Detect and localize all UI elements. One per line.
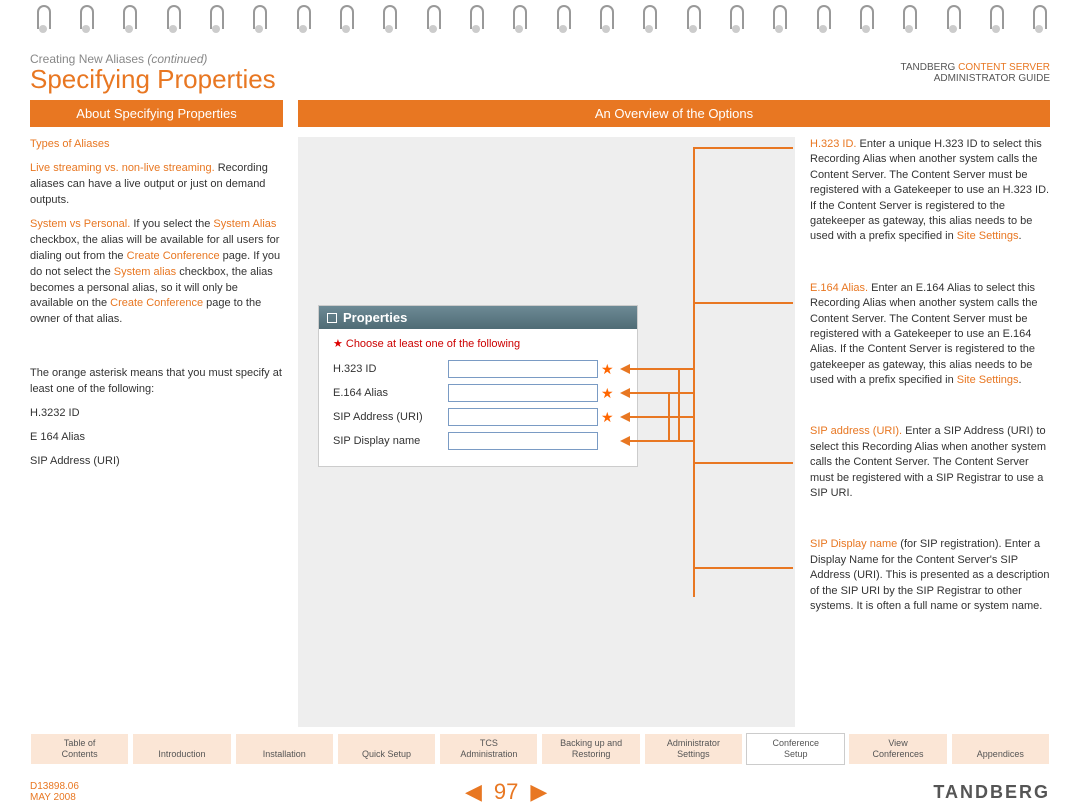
desc-h323: H.323 ID. Enter a unique H.323 ID to sel…	[810, 137, 1050, 245]
callout-line	[693, 147, 695, 597]
properties-title: Properties	[319, 306, 637, 329]
nav-backup[interactable]: Backing up andRestoring	[541, 733, 640, 765]
bottom-nav: Table ofContents Introduction Installati…	[30, 733, 1050, 765]
nav-conference-setup[interactable]: ConferenceSetup	[746, 733, 845, 765]
callout-line	[668, 392, 670, 440]
callout-line	[693, 462, 793, 464]
doc-brand: TANDBERG CONTENT SERVER ADMINISTRATOR GU…	[901, 62, 1050, 84]
center-column: Properties ★Choose at least one of the f…	[298, 137, 795, 727]
nav-introduction[interactable]: Introduction	[132, 733, 231, 765]
nav-appendices[interactable]: Appendices	[951, 733, 1050, 765]
section-tabs: About Specifying Properties An Overview …	[0, 100, 1080, 127]
input-sip-uri[interactable]	[448, 408, 598, 426]
system-lead: System vs Personal.	[30, 218, 130, 230]
req-item-2: E 164 Alias	[30, 430, 283, 446]
nav-toc[interactable]: Table ofContents	[30, 733, 129, 765]
req-item-3: SIP Address (URI)	[30, 454, 283, 470]
nav-tcs-admin[interactable]: TCSAdministration	[439, 733, 538, 765]
properties-panel: Properties ★Choose at least one of the f…	[318, 305, 638, 467]
desc-sip-uri: SIP address (URI). Enter a SIP Address (…	[810, 424, 1050, 501]
left-column: Types of Aliases Live streaming vs. non-…	[30, 137, 283, 727]
label-h323: H.323 ID	[333, 363, 448, 375]
desc-sip-display: SIP Display name (for SIP registration).…	[810, 537, 1050, 614]
doc-meta: D13898.06 MAY 2008	[30, 781, 79, 803]
page-footer: D13898.06 MAY 2008 ◀ 97 ▶ TANDBERG	[30, 779, 1050, 805]
req-item-1: H.3232 ID	[30, 406, 283, 422]
right-column: H.323 ID. Enter a unique H.323 ID to sel…	[810, 137, 1050, 727]
nav-installation[interactable]: Installation	[235, 733, 334, 765]
arrow-icon	[620, 412, 630, 422]
prev-page-icon[interactable]: ◀	[465, 779, 482, 805]
input-h323[interactable]	[448, 360, 598, 378]
callout-line	[693, 302, 793, 304]
page-title: Specifying Properties	[30, 64, 1050, 95]
callout-line	[628, 416, 695, 418]
input-sip-display[interactable]	[448, 432, 598, 450]
link-create-conference-2[interactable]: Create Conference	[110, 297, 203, 309]
nav-view-conferences[interactable]: ViewConferences	[848, 733, 947, 765]
link-create-conference-1[interactable]: Create Conference	[127, 250, 220, 262]
live-lead: Live streaming vs. non-live streaming.	[30, 162, 215, 174]
choose-text: ★Choose at least one of the following	[333, 337, 623, 350]
callout-line	[693, 147, 793, 149]
link-system-alias[interactable]: System Alias	[213, 218, 276, 230]
arrow-icon	[620, 436, 630, 446]
next-page-icon[interactable]: ▶	[530, 779, 547, 805]
arrow-icon	[620, 364, 630, 374]
desc-e164: E.164 Alias. Enter an E.164 Alias to sel…	[810, 281, 1050, 389]
link-site-settings[interactable]: Site Settings	[957, 374, 1019, 386]
required-star-icon: ★	[601, 361, 614, 378]
pager: ◀ 97 ▶	[465, 779, 547, 805]
spiral-binding	[0, 0, 1080, 40]
input-e164[interactable]	[448, 384, 598, 402]
label-sip-uri: SIP Address (URI)	[333, 411, 448, 423]
callout-line	[628, 392, 695, 394]
label-sip-display: SIP Display name	[333, 435, 448, 447]
nav-admin-settings[interactable]: AdministratorSettings	[644, 733, 743, 765]
asterisk-note: The orange asterisk means that you must …	[30, 366, 283, 398]
required-star-icon: ★	[601, 409, 614, 426]
page-number: 97	[494, 779, 518, 805]
link-site-settings[interactable]: Site Settings	[957, 230, 1019, 242]
tab-overview: An Overview of the Options	[298, 100, 1050, 127]
label-e164: E.164 Alias	[333, 387, 448, 399]
arrow-icon	[620, 388, 630, 398]
callout-line	[693, 567, 793, 569]
callout-line	[628, 440, 695, 442]
callout-line	[628, 368, 695, 370]
required-star-icon: ★	[601, 385, 614, 402]
tab-about: About Specifying Properties	[30, 100, 283, 127]
callout-line	[678, 368, 680, 440]
page-header: Creating New Aliases (continued) Specify…	[0, 40, 1080, 100]
brand-logo: TANDBERG	[933, 782, 1050, 803]
nav-quick-setup[interactable]: Quick Setup	[337, 733, 436, 765]
link-system-alias-2[interactable]: System alias	[114, 266, 176, 278]
types-heading: Types of Aliases	[30, 138, 110, 150]
collapse-icon[interactable]	[327, 313, 337, 323]
